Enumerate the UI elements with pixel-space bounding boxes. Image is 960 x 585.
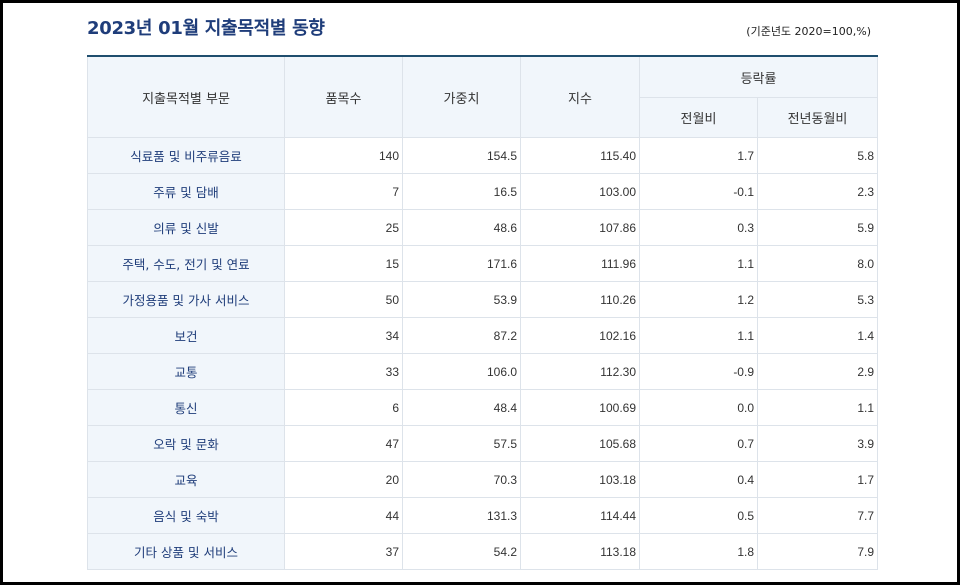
base-year-note: (기준년도 2020=100,%) — [746, 25, 871, 38]
cell-index: 107.86 — [520, 209, 640, 246]
cell-index: 113.18 — [520, 533, 640, 570]
cell-category: 교육 — [87, 461, 285, 498]
cell-mom: 0.5 — [639, 497, 758, 534]
cell-items: 140 — [284, 137, 403, 174]
cell-items: 6 — [284, 389, 403, 426]
cell-items: 37 — [284, 533, 403, 570]
cell-index: 102.16 — [520, 317, 640, 354]
cell-category: 보건 — [87, 317, 285, 354]
cell-yoy: 2.9 — [756, 353, 879, 390]
cell-items: 50 — [284, 281, 403, 318]
cell-items: 15 — [284, 245, 403, 282]
cell-mom: -0.1 — [639, 173, 758, 210]
cell-index: 110.26 — [520, 281, 640, 318]
cell-index: 111.96 — [520, 245, 640, 282]
cell-yoy: 1.1 — [756, 389, 879, 426]
cell-yoy: 5.9 — [756, 209, 879, 246]
cell-mom: 1.7 — [639, 137, 758, 174]
table-row: 통신 6 48.4 100.69 0.0 1.1 — [87, 389, 879, 426]
cell-items: 47 — [284, 425, 403, 462]
page-title: 2023년 01월 지출목적별 동향 — [87, 18, 325, 39]
cell-category: 주류 및 담배 — [87, 173, 285, 210]
cell-items: 33 — [284, 353, 403, 390]
cell-mom: 1.1 — [639, 245, 758, 282]
cell-category: 식료품 및 비주류음료 — [87, 137, 285, 174]
cell-category: 가정용품 및 가사 서비스 — [87, 281, 285, 318]
table-row: 음식 및 숙박 44 131.3 114.44 0.5 7.7 — [87, 497, 879, 534]
cell-yoy: 1.4 — [756, 317, 879, 354]
cell-index: 112.30 — [520, 353, 640, 390]
cell-weight: 154.5 — [402, 137, 521, 174]
table-body: 식료품 및 비주류음료 140 154.5 115.40 1.7 5.8 주류 및 담배 7 1… — [87, 137, 879, 570]
cell-items: 34 — [284, 317, 403, 354]
table-row: 교통 33 106.0 112.30 -0.9 2.9 — [87, 353, 879, 390]
cell-category: 교통 — [87, 353, 285, 390]
cell-category: 주택, 수도, 전기 및 연료 — [87, 245, 285, 282]
cell-yoy: 2.3 — [756, 173, 879, 210]
cell-category: 의류 및 신발 — [87, 209, 285, 246]
table-row: 주류 및 담배 7 16.5 103.00 -0.1 2.3 — [87, 173, 879, 210]
table-row: 주택, 수도, 전기 및 연료 15 171.6 111.96 1.1 8.0 — [87, 245, 879, 282]
cell-weight: 48.6 — [402, 209, 521, 246]
cell-index: 114.44 — [520, 497, 640, 534]
cell-mom: -0.9 — [639, 353, 758, 390]
cell-mom: 1.2 — [639, 281, 758, 318]
header-change-group: 등락률 — [638, 55, 879, 98]
cell-yoy: 1.7 — [756, 461, 879, 498]
table-row: 오락 및 문화 47 57.5 105.68 0.7 3.9 — [87, 425, 879, 462]
cell-weight: 54.2 — [402, 533, 521, 570]
cell-yoy: 7.9 — [756, 533, 879, 570]
cell-items: 44 — [284, 497, 403, 534]
header-mom: 전월비 — [639, 97, 758, 138]
cell-mom: 0.4 — [639, 461, 758, 498]
cell-weight: 171.6 — [402, 245, 521, 282]
table-row: 보건 34 87.2 102.16 1.1 1.4 — [87, 317, 879, 354]
cell-mom: 1.1 — [639, 317, 758, 354]
table-row: 기타 상품 및 서비스 37 54.2 113.18 1.8 7.9 — [87, 533, 879, 570]
cell-category: 오락 및 문화 — [87, 425, 285, 462]
cell-yoy: 5.3 — [756, 281, 879, 318]
table-row: 식료품 및 비주류음료 140 154.5 115.40 1.7 5.8 — [87, 137, 879, 174]
cell-items: 7 — [284, 173, 403, 210]
header-index: 지수 — [520, 55, 640, 138]
cell-yoy: 8.0 — [756, 245, 879, 282]
header-items: 품목수 — [284, 55, 403, 138]
cell-yoy: 3.9 — [756, 425, 879, 462]
cell-mom: 0.0 — [639, 389, 758, 426]
header-category: 지출목적별 부문 — [87, 55, 285, 138]
window-frame: 2023년 01월 지출목적별 동향 (기준년도 2020=100,%) 지출목… — [0, 0, 960, 585]
cell-category: 기타 상품 및 서비스 — [87, 533, 285, 570]
table-row: 의류 및 신발 25 48.6 107.86 0.3 5.9 — [87, 209, 879, 246]
cell-category: 음식 및 숙박 — [87, 497, 285, 534]
cell-items: 20 — [284, 461, 403, 498]
cell-items: 25 — [284, 209, 403, 246]
cell-yoy: 5.8 — [756, 137, 879, 174]
cell-weight: 57.5 — [402, 425, 521, 462]
header-row: 지출목적별 부문 품목수 가중치 지수 등락률 — [87, 55, 879, 138]
cell-category: 통신 — [87, 389, 285, 426]
cell-mom: 1.8 — [639, 533, 758, 570]
cell-weight: 70.3 — [402, 461, 521, 498]
cell-mom: 0.7 — [639, 425, 758, 462]
cell-index: 103.18 — [520, 461, 640, 498]
table-row: 가정용품 및 가사 서비스 50 53.9 110.26 1.2 5.3 — [87, 281, 879, 318]
header-yoy: 전년동월비 — [756, 97, 879, 138]
cell-weight: 87.2 — [402, 317, 521, 354]
expenditure-table: 지출목적별 부문 품목수 가중치 지수 등락률 전월비 전년동월비 식료품 및 … — [87, 55, 879, 570]
cell-weight: 48.4 — [402, 389, 521, 426]
cell-index: 115.40 — [520, 137, 640, 174]
cell-index: 105.68 — [520, 425, 640, 462]
cell-index: 100.69 — [520, 389, 640, 426]
cell-mom: 0.3 — [639, 209, 758, 246]
table-row: 교육 20 70.3 103.18 0.4 1.7 — [87, 461, 879, 498]
cell-weight: 16.5 — [402, 173, 521, 210]
cell-index: 103.00 — [520, 173, 640, 210]
cell-yoy: 7.7 — [756, 497, 879, 534]
cell-weight: 131.3 — [402, 497, 521, 534]
cell-weight: 53.9 — [402, 281, 521, 318]
cell-weight: 106.0 — [402, 353, 521, 390]
header-weight: 가중치 — [402, 55, 521, 138]
